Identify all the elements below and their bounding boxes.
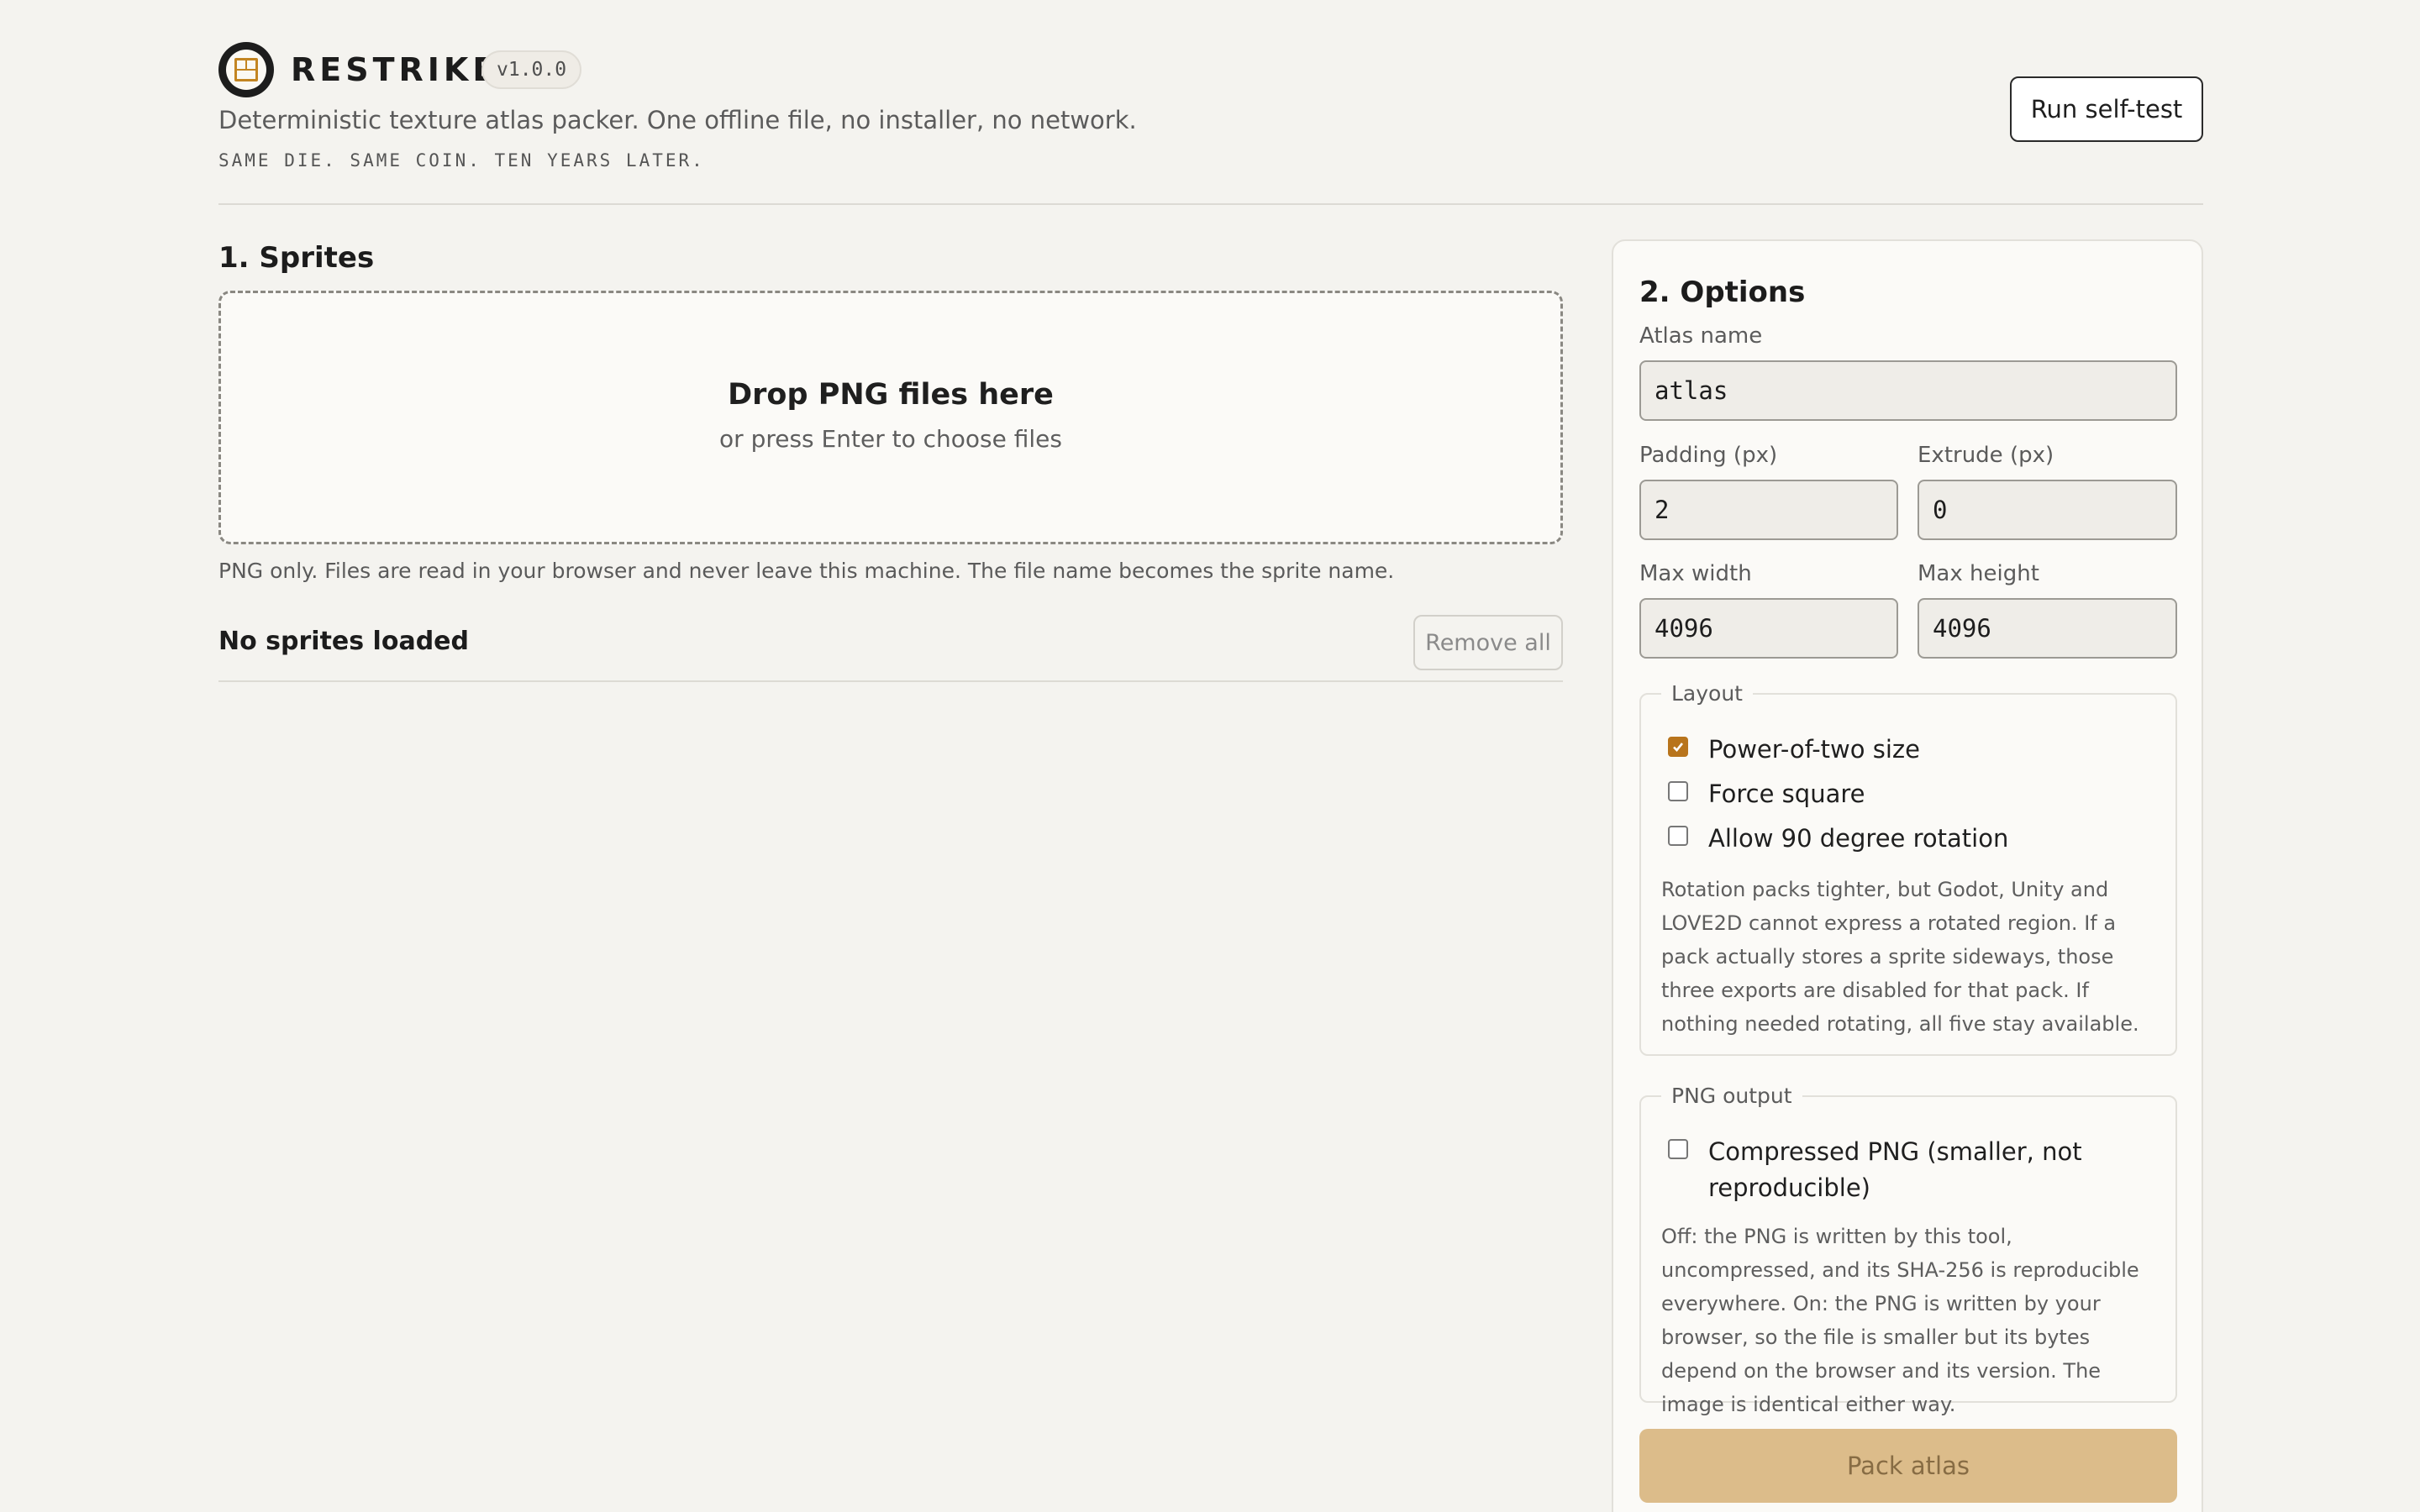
power-of-two-checkbox[interactable] (1668, 737, 1688, 757)
layout-group: Layout Power-of-two size Force square Al… (1639, 681, 2177, 1056)
rotation-checkbox[interactable] (1668, 826, 1688, 846)
png-output-help-text: Off: the PNG is written by this tool, un… (1661, 1225, 2139, 1416)
max-height-label: Max height (1918, 561, 2039, 586)
extrude-label: Extrude (px) (1918, 443, 2054, 468)
compressed-png-checkbox[interactable] (1668, 1139, 1688, 1159)
png-output-group: PNG output Compressed PNG (smaller, not … (1639, 1084, 2177, 1416)
sprite-list-header: No sprites loaded Remove all (218, 615, 1563, 682)
app-header: RESTRIKE v1.0.0 Deterministic texture at… (218, 42, 2203, 206)
app-motto: SAME DIE. SAME COIN. TEN YEARS LATER. (218, 150, 705, 171)
max-width-label: Max width (1639, 561, 1752, 586)
compressed-png-label: Compressed PNG (smaller, not reproducibl… (1708, 1137, 2082, 1202)
power-of-two-option[interactable]: Power-of-two size (1668, 732, 1920, 768)
padding-input[interactable]: 2 (1639, 480, 1898, 540)
coin-logo-icon (218, 42, 274, 97)
sprite-list-status: No sprites loaded (218, 627, 469, 656)
force-square-label: Force square (1708, 780, 1865, 808)
layout-legend: Layout (1661, 681, 1753, 706)
atlas-name-input[interactable]: atlas (1639, 360, 2177, 421)
app-tagline: Deterministic texture atlas packer. One … (218, 106, 1137, 134)
options-panel: 2. Options Atlas name atlas Padding (px)… (1612, 239, 2203, 1512)
max-height-input[interactable]: 4096 (1918, 598, 2177, 659)
run-self-test-button[interactable]: Run self-test (2010, 76, 2203, 142)
dropzone-subtitle: or press Enter to choose files (719, 424, 1062, 453)
version-badge: v1.0.0 (481, 50, 582, 89)
sprites-section: 1. Sprites Drop PNG files here or press … (218, 235, 1563, 682)
force-square-option[interactable]: Force square (1668, 776, 1865, 812)
dropzone-title: Drop PNG files here (728, 377, 1054, 412)
checkmark-icon (1673, 743, 1684, 752)
remove-all-button[interactable]: Remove all (1413, 615, 1563, 670)
force-square-checkbox[interactable] (1668, 781, 1688, 801)
power-of-two-label: Power-of-two size (1708, 735, 1920, 764)
dropzone-note: PNG only. Files are read in your browser… (218, 559, 1395, 583)
png-output-legend: PNG output (1661, 1084, 1802, 1108)
atlas-name-label: Atlas name (1639, 323, 1763, 349)
rotation-label: Allow 90 degree rotation (1708, 824, 2009, 853)
options-heading: 2. Options (1639, 276, 1806, 309)
app-title: RESTRIKE (291, 51, 499, 88)
max-width-input[interactable]: 4096 (1639, 598, 1898, 659)
png-dropzone[interactable]: Drop PNG files here or press Enter to ch… (218, 291, 1563, 544)
padding-label: Padding (px) (1639, 443, 1778, 468)
rotation-help-text: Rotation packs tighter, but Godot, Unity… (1661, 878, 2139, 1036)
rotation-option[interactable]: Allow 90 degree rotation (1668, 821, 2008, 857)
header-divider (218, 203, 2203, 205)
sprites-heading: 1. Sprites (218, 241, 375, 275)
compressed-png-option[interactable]: Compressed PNG (smaller, not reproducibl… (1668, 1134, 2139, 1206)
extrude-input[interactable]: 0 (1918, 480, 2177, 540)
pack-atlas-button[interactable]: Pack atlas (1639, 1429, 2177, 1503)
